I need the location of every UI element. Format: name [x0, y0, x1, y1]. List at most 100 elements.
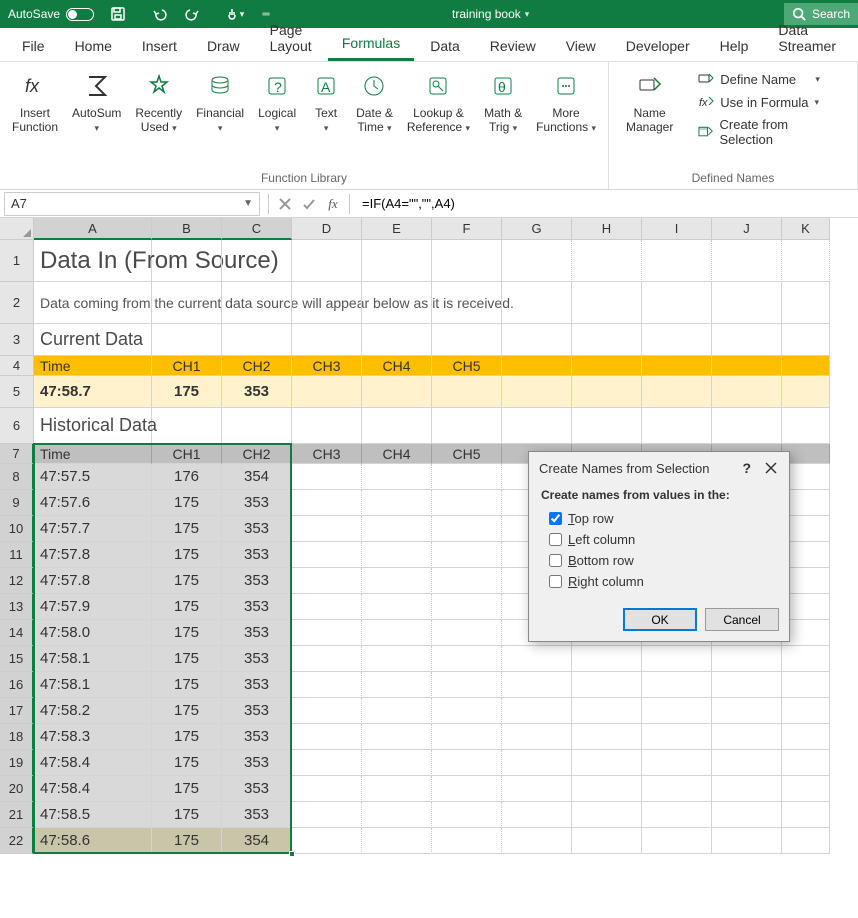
cell[interactable]: [642, 776, 712, 802]
cell[interactable]: 353: [222, 490, 292, 516]
cell[interactable]: [292, 776, 362, 802]
cell[interactable]: [432, 672, 502, 698]
cell[interactable]: [292, 750, 362, 776]
cell[interactable]: [362, 408, 432, 444]
cell[interactable]: 175: [152, 750, 222, 776]
cell[interactable]: [572, 672, 642, 698]
cell[interactable]: [782, 802, 830, 828]
cell[interactable]: 353: [222, 802, 292, 828]
cell[interactable]: [292, 594, 362, 620]
row-header-7[interactable]: 7: [0, 444, 34, 464]
cell[interactable]: [572, 646, 642, 672]
touch-mode-icon[interactable]: ▾: [218, 0, 250, 28]
row-header-4[interactable]: 4: [0, 356, 34, 376]
cell[interactable]: [152, 282, 222, 324]
define-name-button[interactable]: Define Name ▾: [692, 68, 845, 90]
cell[interactable]: 175: [152, 802, 222, 828]
cell[interactable]: [292, 464, 362, 490]
tab-page-layout[interactable]: Page Layout: [256, 15, 326, 61]
cell[interactable]: [362, 282, 432, 324]
cell[interactable]: [712, 240, 782, 282]
cell[interactable]: [712, 802, 782, 828]
cell[interactable]: 175: [152, 646, 222, 672]
cell[interactable]: Data In (From Source): [34, 240, 152, 282]
cell[interactable]: [152, 408, 222, 444]
cell[interactable]: 47:57.7: [34, 516, 152, 542]
cell[interactable]: [572, 750, 642, 776]
cell[interactable]: [712, 408, 782, 444]
cell[interactable]: [782, 408, 830, 444]
create-from-selection-button[interactable]: Create from Selection: [692, 114, 845, 150]
doc-title[interactable]: training book ▾: [452, 7, 529, 21]
select-all-corner[interactable]: [0, 218, 34, 240]
cell[interactable]: [292, 408, 362, 444]
cancel-formula-icon[interactable]: [273, 192, 297, 216]
help-icon[interactable]: ?: [742, 460, 751, 476]
top-row-checkbox[interactable]: Top row: [541, 508, 777, 529]
col-header-C[interactable]: C: [222, 218, 292, 240]
cell[interactable]: 353: [222, 620, 292, 646]
tab-view[interactable]: View: [552, 31, 610, 61]
mathtrig-button[interactable]: θ Math &Trig ▾: [478, 66, 528, 171]
cell[interactable]: 175: [152, 376, 222, 408]
cell[interactable]: [502, 408, 572, 444]
row-header-10[interactable]: 10: [0, 516, 34, 542]
use-in-formula-button[interactable]: fx Use in Formula ▾: [692, 91, 845, 113]
cell[interactable]: [712, 698, 782, 724]
cell[interactable]: [502, 750, 572, 776]
cell[interactable]: [432, 724, 502, 750]
col-header-J[interactable]: J: [712, 218, 782, 240]
cell[interactable]: [712, 828, 782, 854]
cell[interactable]: [502, 776, 572, 802]
row-header-11[interactable]: 11: [0, 542, 34, 568]
cell[interactable]: 47:57.8: [34, 568, 152, 594]
cell[interactable]: 47:58.6: [34, 828, 152, 854]
left-column-checkbox[interactable]: Left column: [541, 529, 777, 550]
fx-icon[interactable]: fx: [321, 192, 345, 216]
cell[interactable]: 175: [152, 698, 222, 724]
cell[interactable]: [782, 672, 830, 698]
cell[interactable]: [152, 324, 222, 356]
cell[interactable]: [292, 828, 362, 854]
cell[interactable]: [292, 542, 362, 568]
cell[interactable]: [362, 672, 432, 698]
cell[interactable]: [782, 646, 830, 672]
cell[interactable]: 354: [222, 464, 292, 490]
cell[interactable]: CH5: [432, 356, 502, 376]
col-header-B[interactable]: B: [152, 218, 222, 240]
cell[interactable]: 353: [222, 646, 292, 672]
cell[interactable]: 354: [222, 828, 292, 854]
tab-data-streamer[interactable]: Data Streamer: [764, 15, 850, 61]
cell[interactable]: [222, 408, 292, 444]
cell[interactable]: [222, 240, 292, 282]
cell[interactable]: [222, 324, 292, 356]
cell[interactable]: 47:58.7: [34, 376, 152, 408]
cell[interactable]: [362, 490, 432, 516]
cell[interactable]: [502, 282, 572, 324]
col-header-I[interactable]: I: [642, 218, 712, 240]
cell[interactable]: [362, 750, 432, 776]
cell[interactable]: [502, 724, 572, 750]
tab-home[interactable]: Home: [61, 31, 126, 61]
cell[interactable]: 47:58.4: [34, 750, 152, 776]
cell[interactable]: [712, 724, 782, 750]
cell[interactable]: [642, 802, 712, 828]
cell[interactable]: [572, 776, 642, 802]
cell[interactable]: [642, 724, 712, 750]
cell[interactable]: [572, 282, 642, 324]
cell[interactable]: 353: [222, 672, 292, 698]
cell[interactable]: [712, 356, 782, 376]
cell[interactable]: [292, 240, 362, 282]
cell[interactable]: [782, 324, 830, 356]
cell[interactable]: [642, 356, 712, 376]
cell[interactable]: Time: [34, 356, 152, 376]
col-header-E[interactable]: E: [362, 218, 432, 240]
cell[interactable]: [572, 324, 642, 356]
datetime-button[interactable]: Date &Time ▾: [350, 66, 399, 171]
cell[interactable]: [572, 698, 642, 724]
col-header-D[interactable]: D: [292, 218, 362, 240]
cell[interactable]: [292, 324, 362, 356]
cell[interactable]: [362, 464, 432, 490]
cell[interactable]: [362, 542, 432, 568]
cell[interactable]: 47:58.3: [34, 724, 152, 750]
